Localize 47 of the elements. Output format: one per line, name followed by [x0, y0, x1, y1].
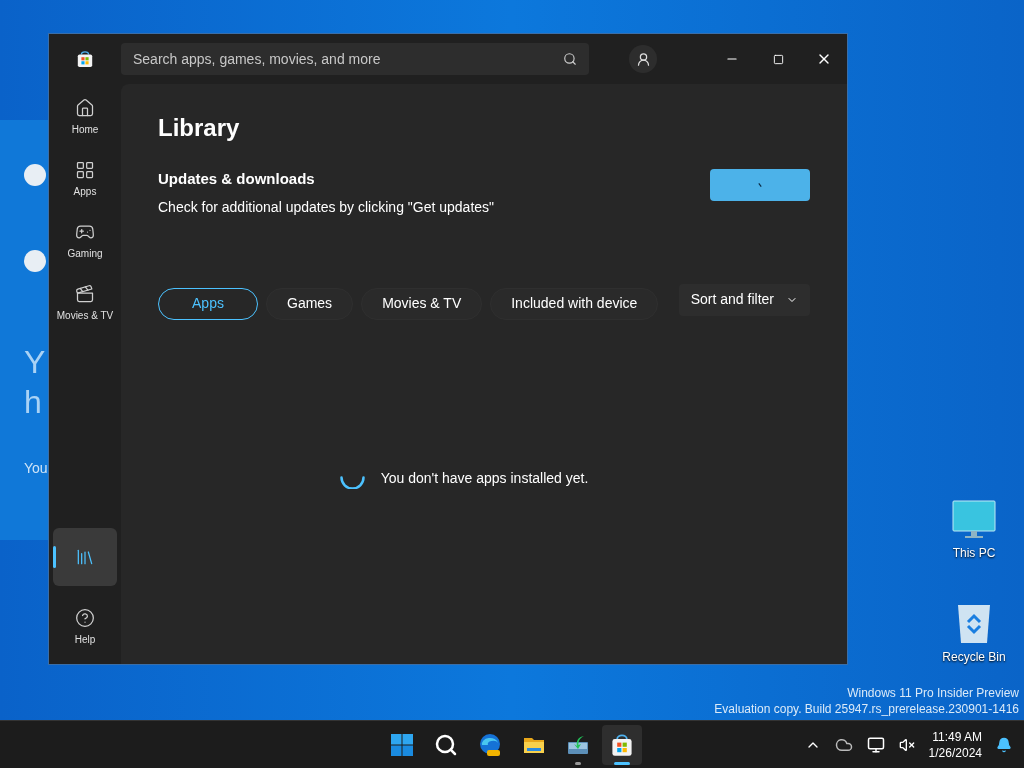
spinner-icon — [758, 182, 762, 188]
muted-speaker-icon[interactable] — [898, 736, 915, 753]
filter-tab[interactable]: Movies & TV — [361, 287, 483, 320]
section-description: Check for additional updates by clicking "Get updates" — [158, 197, 495, 217]
sidebar-item[interactable]: Gaming — [53, 212, 117, 270]
library-books-icon — [75, 547, 95, 567]
clock[interactable]: 11:49 AM 1/26/2024 — [928, 728, 982, 761]
watermark-text: Evaluation copy. Build 25947.rs_prerelease.230901-1416 — [714, 701, 1019, 717]
account-button[interactable] — [629, 45, 657, 73]
store-bag-icon — [76, 50, 94, 68]
person-icon — [635, 51, 651, 67]
desktop-shortcut[interactable]: Recycle Bin — [942, 602, 1006, 666]
section-heading: Updates & downloads — [158, 169, 316, 189]
search-field[interactable]: Search apps, games, movies, and more — [121, 43, 589, 75]
network-icon[interactable] — [866, 735, 885, 754]
body-text: You — [24, 459, 48, 478]
maximize-icon — [772, 53, 784, 65]
filter-tab[interactable]: Games — [266, 287, 354, 320]
notification-bell-icon[interactable] — [996, 736, 1012, 753]
heading-text: Y — [24, 343, 46, 382]
apps-grid-icon — [75, 159, 95, 180]
heading-text: h — [24, 383, 43, 422]
taskbar-app[interactable] — [602, 724, 642, 765]
page-title: Library — [158, 113, 241, 143]
monitor-icon — [952, 500, 996, 540]
sidebar-item[interactable]: Apps — [53, 150, 117, 208]
windows-logo-icon — [390, 732, 414, 757]
sidebar-item[interactable]: Movies & TV — [53, 274, 117, 332]
help-icon — [75, 607, 95, 628]
selection-indicator — [53, 546, 56, 568]
empty-message: You don't have apps installed yet. — [380, 468, 589, 488]
filter-tab[interactable]: Included with device — [490, 287, 659, 320]
store-bag-icon — [610, 732, 634, 757]
sidebar-item[interactable]: Help — [53, 598, 117, 656]
watermark-text: Windows 11 Pro Insider Preview — [847, 685, 1019, 701]
recycle-bin-icon — [956, 602, 992, 644]
sidebar-item[interactable]: Home — [53, 88, 117, 146]
sidebar-item[interactable] — [53, 528, 117, 586]
search-icon — [434, 732, 458, 757]
running-indicator — [614, 761, 630, 765]
home-icon — [75, 97, 95, 118]
sort-filter-button[interactable]: Sort and filter — [678, 283, 810, 316]
running-indicator — [575, 761, 581, 765]
desktop-shortcut[interactable]: This PC — [952, 500, 996, 562]
browser-wave-icon — [478, 732, 502, 757]
search-icon — [563, 52, 577, 66]
clapperboard-icon — [75, 283, 95, 304]
